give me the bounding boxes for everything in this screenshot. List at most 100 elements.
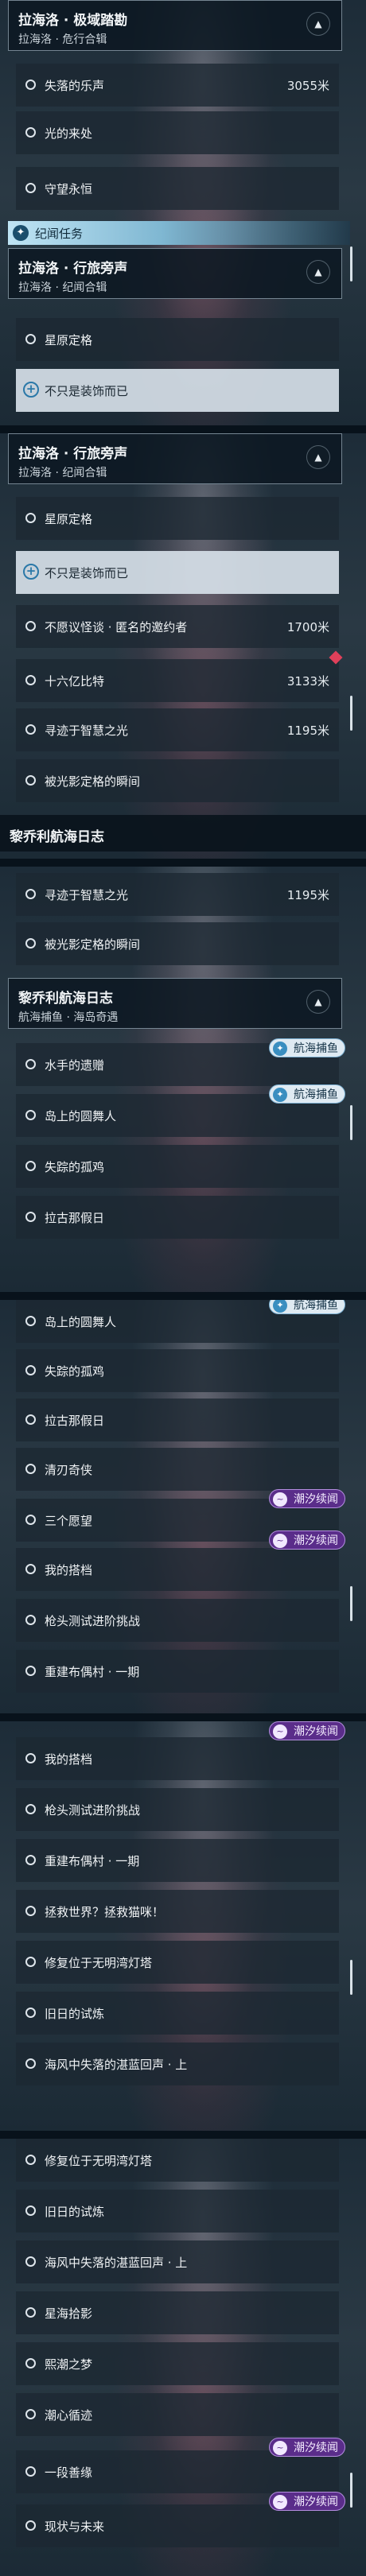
quest-item[interactable]: 潮心循迹 (16, 2393, 339, 2436)
event-badge-label: 航海捕鱼 (294, 1042, 338, 1055)
quest-group-subtitle: 拉海洛 · 危行合辑 (18, 33, 107, 46)
quest-group-subtitle: 航海捕鱼 · 海岛奇遇 (18, 1011, 119, 1024)
quest-item[interactable]: 寻迹于智慧之光 1195米 (16, 873, 339, 916)
quest-group-header[interactable]: 黎乔利航海日志 航海捕鱼 · 海岛奇遇 ▲ (8, 978, 342, 1029)
quest-label: 星海拾影 (45, 2306, 93, 2321)
quest-item[interactable]: 被光影定格的瞬间 (16, 922, 339, 965)
quest-item[interactable]: 守望永恒 (16, 167, 339, 210)
wave-icon: ~ (273, 1534, 287, 1548)
circle-icon (25, 2409, 36, 2419)
circle-icon (25, 1316, 36, 1326)
quest-label: 枪头测试进阶挑战 (45, 1614, 141, 1628)
quest-item[interactable]: 岛上的圆舞人 ✦ 航海捕鱼 (16, 1300, 345, 1343)
quest-item[interactable]: 修复位于无明湾灯塔 (16, 2139, 339, 2182)
chevron-up-icon[interactable]: ▲ (306, 990, 330, 1014)
circle-icon (25, 1753, 36, 1763)
scrollbar-thumb[interactable] (350, 246, 352, 281)
quest-item[interactable]: 海风中失落的湛蓝回声 · 上 (16, 2240, 339, 2283)
quest-group-title: 拉海洛 · 行旅旁声 (18, 446, 128, 462)
quest-group-subtitle: 拉海洛 · 纪闻合辑 (18, 467, 107, 479)
quest-distance: 1195米 (286, 888, 329, 902)
quest-item[interactable]: 我的搭档 ~ 潮汐续闻 (16, 1530, 345, 1591)
event-badge: ~ 潮汐续闻 (269, 1530, 345, 1550)
quest-item[interactable]: 失踪的孤鸡 (16, 1349, 339, 1392)
circle-icon (25, 334, 36, 344)
quest-item[interactable]: 现状与未来 ~ 潮汐续闻 (16, 2492, 345, 2547)
quest-item[interactable]: 海风中失落的湛蓝回声 · 上 (16, 2043, 339, 2085)
quest-item[interactable]: 拯救世界？拯救猫咪！ (16, 1890, 339, 1933)
circle-icon (25, 127, 36, 138)
quest-group-header[interactable]: 拉海洛 · 行旅旁声 拉海洛 · 纪闻合辑 ▲ (8, 433, 342, 484)
quest-group-title: 黎乔利航海日志 (18, 991, 113, 1007)
quest-item[interactable]: 拉古那假日 (16, 1196, 339, 1239)
event-badge: ~ 潮汐续闻 (269, 2492, 345, 2511)
scrollbar-thumb[interactable] (350, 696, 352, 731)
quest-item[interactable]: 星原定格 (16, 497, 339, 540)
circle-icon (25, 1666, 36, 1676)
quest-panel-6: 修复位于无明湾灯塔 旧日的试炼 海风中失落的湛蓝回声 · 上 星海拾影 熙潮之梦… (0, 2139, 366, 2576)
quest-item[interactable]: 我的搭档 ~ 潮汐续闻 (16, 1721, 345, 1780)
quest-item-selected[interactable]: + 不只是装饰而已 (16, 551, 339, 594)
scrollbar-thumb[interactable] (350, 1960, 352, 1995)
quest-item-selected[interactable]: + 不只是装饰而已 (16, 369, 339, 412)
wave-icon: ~ (273, 1492, 287, 1507)
scrollbar-thumb[interactable] (350, 1105, 352, 1140)
quest-label: 熙潮之梦 (45, 2357, 93, 2372)
event-badge: ✦ 航海捕鱼 (269, 1084, 345, 1104)
quest-item[interactable]: 熙潮之梦 (16, 2342, 339, 2385)
circle-icon (25, 1059, 36, 1069)
plus-circle-icon: + (23, 382, 39, 398)
chevron-up-icon[interactable]: ▲ (306, 12, 330, 36)
quest-item[interactable]: 十六亿比特 3133米 (16, 659, 339, 702)
quest-item[interactable]: 被光影定格的瞬间 (16, 759, 339, 802)
quest-label: 星原定格 (45, 512, 93, 526)
quest-item[interactable]: 不愿议怪谈 · 匿名的邀约者 1700米 (16, 605, 339, 648)
quest-item[interactable]: 星海拾影 (16, 2291, 339, 2334)
quest-item[interactable]: 失落的乐声 3055米 (16, 64, 339, 107)
circle-icon (25, 2520, 36, 2531)
quest-group-header-collapsed[interactable]: 黎乔利航海日志 (0, 815, 366, 852)
quest-item[interactable]: 旧日的试炼 (16, 2190, 339, 2233)
quest-label: 失踪的孤鸡 (45, 1160, 105, 1174)
quest-item[interactable]: 岛上的圆舞人 ✦ 航海捕鱼 (16, 1084, 345, 1137)
frame-divider (0, 1292, 366, 1300)
quest-panel-5: 我的搭档 ~ 潮汐续闻 枪头测试进阶挑战 重建布偶村 · 一期 拯救世界？拯救猫咪… (0, 1721, 366, 2131)
event-badge-label: 潮汐续闻 (294, 1725, 338, 1738)
quest-label: 我的搭档 (45, 1752, 93, 1767)
quest-item[interactable]: 一段善缘 ~ 潮汐续闻 (16, 2438, 345, 2493)
event-badge: ✦ 航海捕鱼 (269, 1300, 345, 1314)
quest-label: 不只是装饰而已 (45, 384, 129, 398)
quest-label: 光的来处 (45, 126, 93, 141)
scrollbar-thumb[interactable] (350, 2473, 352, 2508)
circle-icon (25, 1855, 36, 1865)
quest-item[interactable]: 星原定格 (16, 318, 339, 361)
quest-item[interactable]: 重建布偶村 · 一期 (16, 1650, 339, 1693)
quest-item[interactable]: 枪头测试进阶挑战 (16, 1788, 339, 1831)
quest-label: 守望永恒 (45, 182, 93, 196)
chevron-up-icon[interactable]: ▲ (306, 445, 330, 469)
quest-item[interactable]: 光的来处 (16, 111, 339, 154)
chevron-up-icon[interactable]: ▲ (306, 260, 330, 284)
scrollbar-thumb[interactable] (350, 1586, 352, 1621)
quest-distance: 1700米 (286, 620, 329, 634)
quest-item[interactable]: 旧日的试炼 (16, 1992, 339, 2035)
circle-icon (25, 889, 36, 899)
quest-item[interactable]: 失踪的孤鸡 (16, 1145, 339, 1188)
circle-icon (25, 1212, 36, 1222)
quest-group-title: 拉海洛 · 行旅旁声 (18, 261, 128, 277)
circle-icon (25, 183, 36, 193)
quest-group-header[interactable]: 拉海洛 · 行旅旁声 拉海洛 · 纪闻合辑 ▲ (8, 248, 342, 299)
quest-item[interactable]: 重建布偶村 · 一期 (16, 1839, 339, 1882)
quest-group-header[interactable]: 拉海洛 · 极域踏勘 拉海洛 · 危行合辑 ▲ (8, 0, 342, 51)
quest-label: 岛上的圆舞人 (45, 1315, 117, 1329)
quest-item[interactable]: 寻迹于智慧之光 1195米 (16, 708, 339, 751)
quest-item[interactable]: 拉古那假日 (16, 1399, 339, 1441)
quest-item[interactable]: 水手的遗赠 ✦ 航海捕鱼 (16, 1038, 345, 1086)
quest-item[interactable]: 修复位于无明湾灯塔 (16, 1941, 339, 1984)
circle-icon (25, 1515, 36, 1525)
quest-label: 失落的乐声 (45, 79, 105, 93)
quest-panel-1: 拉海洛 · 极域踏勘 拉海洛 · 危行合辑 ▲ 失落的乐声 3055米 光的来处… (0, 0, 366, 425)
quest-item[interactable]: 枪头测试进阶挑战 (16, 1599, 339, 1642)
quest-item[interactable]: 清刃奇侠 (16, 1448, 339, 1491)
quest-group-subtitle: 拉海洛 · 纪闻合辑 (18, 281, 107, 294)
